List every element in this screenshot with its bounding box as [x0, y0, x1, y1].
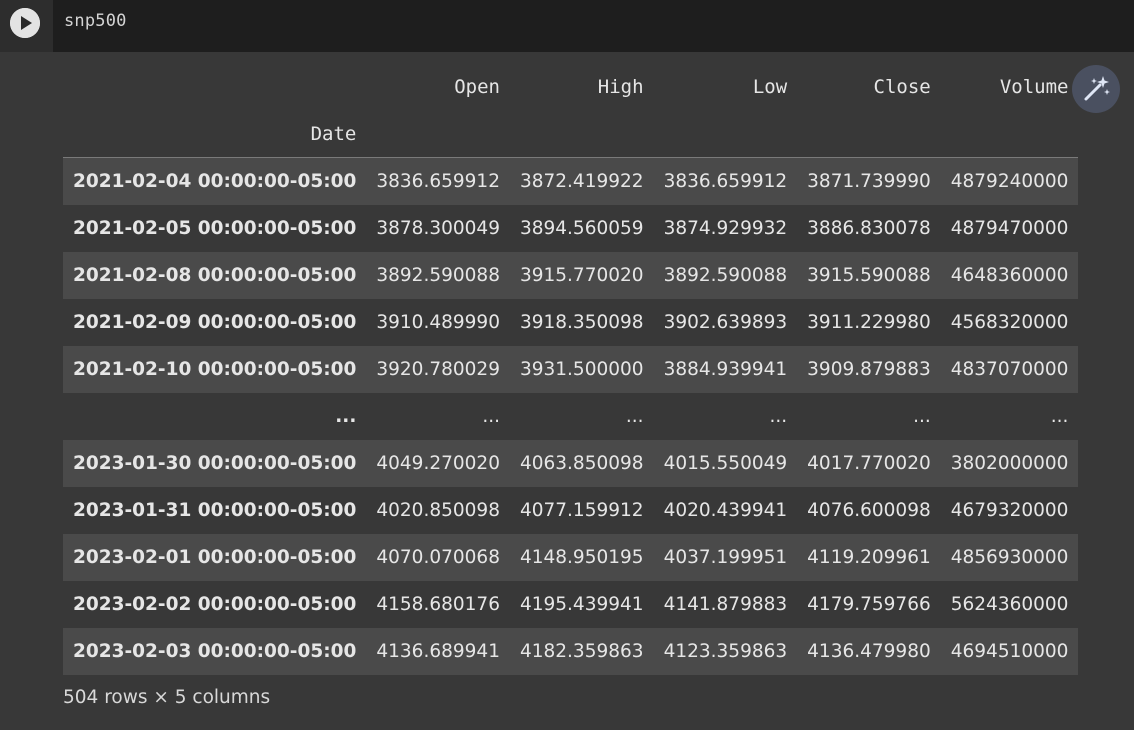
table-cell: 3878.300049 [376, 217, 500, 239]
table-cell: 4015.550049 [663, 452, 788, 474]
row-index-date: 2021-02-04 00:00:00-05:00 [73, 170, 357, 192]
table-cell: 3871.739990 [807, 170, 931, 192]
column-header: High [597, 76, 644, 98]
table-row: 2023-01-30 00:00:00-05:00 4049.270020 4063… [63, 439, 1079, 487]
table-row: 2021-02-05 00:00:00-05:00 3878.300049 3894… [63, 204, 1079, 252]
column-header: Open [454, 76, 500, 98]
code-editor-text[interactable]: snp500 [64, 11, 127, 31]
table-row: 2021-02-08 00:00:00-05:00 3892.590088 3915… [63, 251, 1079, 299]
table-cell: 3874.929932 [663, 217, 788, 239]
index-name-row: Date [63, 110, 1078, 158]
table-cell: 3909.879883 [807, 358, 931, 380]
row-index-date: 2021-02-08 00:00:00-05:00 [73, 264, 357, 286]
row-index-date: 2023-01-31 00:00:00-05:00 [73, 499, 357, 521]
table-cell: 3918.350098 [519, 311, 644, 333]
table-cell: 4694510000 [950, 640, 1069, 662]
table-cell: 4879470000 [950, 217, 1069, 239]
column-header: Close [873, 76, 931, 98]
table-cell: ... [625, 405, 644, 427]
dataframe-table: Open High Low Close Volume Date 2021-02-… [63, 64, 1079, 675]
row-index-date: ... [335, 405, 357, 427]
table-row: 2023-02-01 00:00:00-05:00 4070.070068 4148… [63, 533, 1079, 581]
table-cell: 3902.639893 [663, 311, 788, 333]
table-cell: 4020.850098 [376, 499, 500, 521]
index-corner [63, 64, 366, 110]
table-cell: 4077.159912 [519, 499, 644, 521]
code-cell[interactable]: snp500 [0, 0, 1134, 52]
run-cell-button[interactable] [10, 8, 40, 38]
table-cell: 3884.939941 [663, 358, 788, 380]
row-index-date: 2023-02-03 00:00:00-05:00 [73, 640, 357, 662]
run-gutter [0, 0, 53, 52]
table-cell: ... [769, 405, 788, 427]
table-cell: 3892.590088 [663, 264, 788, 286]
row-index-date: 2023-02-02 00:00:00-05:00 [73, 593, 357, 615]
table-cell: 3886.830078 [807, 217, 931, 239]
table-cell: 3915.590088 [807, 264, 931, 286]
table-cell: 4648360000 [950, 264, 1069, 286]
table-cell: 4017.770020 [807, 452, 931, 474]
table-cell: 4136.689941 [376, 640, 500, 662]
table-row: 2023-01-31 00:00:00-05:00 4020.850098 4077… [63, 486, 1079, 534]
table-cell: 4182.359863 [519, 640, 644, 662]
table-cell: 3920.780029 [376, 358, 500, 380]
table-cell: 3931.500000 [519, 358, 644, 380]
row-index-date: 2021-02-05 00:00:00-05:00 [73, 217, 357, 239]
play-icon [10, 8, 40, 38]
table-cell: 4070.070068 [376, 546, 500, 568]
table-cell: 4195.439941 [519, 593, 644, 615]
table-cell: 3915.770020 [519, 264, 644, 286]
table-cell: 4148.950195 [519, 546, 644, 568]
table-cell: 3802000000 [950, 452, 1069, 474]
table-cell: 4020.439941 [663, 499, 788, 521]
table-cell: 3910.489990 [376, 311, 500, 333]
table-cell: 4179.759766 [807, 593, 931, 615]
table-cell: 4037.199951 [663, 546, 788, 568]
table-cell: 3836.659912 [663, 170, 788, 192]
table-cell: 3872.419922 [519, 170, 644, 192]
table-cell: 3911.229980 [807, 311, 931, 333]
table-cell: 4049.270020 [376, 452, 500, 474]
row-index-date: 2021-02-10 00:00:00-05:00 [73, 358, 357, 380]
table-cell: 4856930000 [950, 546, 1069, 568]
table-cell: 3892.590088 [376, 264, 500, 286]
table-cell: 3836.659912 [376, 170, 500, 192]
table-cell: ... [482, 405, 500, 427]
table-cell: 4136.479980 [807, 640, 931, 662]
table-cell: 5624360000 [950, 593, 1069, 615]
table-cell: 4679320000 [950, 499, 1069, 521]
column-header-row: Open High Low Close Volume [63, 64, 1078, 110]
table-cell: 4123.359863 [663, 640, 788, 662]
table-row: 2021-02-09 00:00:00-05:00 3910.489990 3918… [63, 298, 1079, 346]
row-index-date: 2023-02-01 00:00:00-05:00 [73, 546, 357, 568]
table-row: 2021-02-10 00:00:00-05:00 3920.780029 3931… [63, 345, 1079, 393]
table-row: 2023-02-03 00:00:00-05:00 4136.689941 4182… [63, 627, 1079, 675]
table-cell: 4141.879883 [663, 593, 788, 615]
index-name: Date [310, 122, 357, 145]
table-cell: 4837070000 [950, 358, 1069, 380]
table-row: 2021-02-04 00:00:00-05:00 3836.659912 3872… [63, 157, 1079, 205]
ellipsis-row: .................. [63, 392, 1079, 440]
table-cell: 4119.209961 [807, 546, 931, 568]
row-index-date: 2021-02-09 00:00:00-05:00 [73, 311, 357, 333]
table-cell: 4063.850098 [519, 452, 644, 474]
table-cell: 4879240000 [950, 170, 1069, 192]
column-header: Low [752, 76, 788, 98]
column-header: Volume [999, 76, 1069, 98]
table-cell: ... [1050, 405, 1069, 427]
generate-magic-button[interactable] [1072, 65, 1120, 113]
table-shape-note: 504 rows × 5 columns [63, 687, 271, 708]
magic-wand-sparkle-icon [1084, 76, 1110, 101]
table-cell: 4076.600098 [807, 499, 931, 521]
table-cell: ... [913, 405, 931, 427]
row-index-date: 2023-01-30 00:00:00-05:00 [73, 452, 357, 474]
table-cell: 4158.680176 [376, 593, 500, 615]
table-cell: 4568320000 [950, 311, 1069, 333]
table-cell: 3894.560059 [519, 217, 644, 239]
table-row: 2023-02-02 00:00:00-05:00 4158.680176 4195… [63, 580, 1079, 628]
